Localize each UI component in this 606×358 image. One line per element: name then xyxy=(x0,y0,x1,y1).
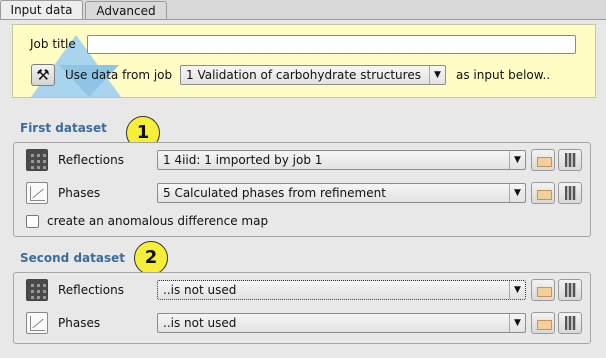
chevron-down-icon: ▼ xyxy=(509,281,525,299)
anomalous-checkbox[interactable] xyxy=(26,215,39,228)
first-reflections-label: Reflections xyxy=(58,153,124,167)
reflections-icon xyxy=(26,149,48,171)
view-icon[interactable] xyxy=(558,182,582,204)
tab-bar: Input data Advanced xyxy=(0,0,606,20)
as-input-label: as input below.. xyxy=(456,68,551,82)
use-data-label: Use data from job xyxy=(65,68,173,82)
first-phases-value: 5 Calculated phases from refinement xyxy=(163,186,386,200)
folder-icon[interactable] xyxy=(531,149,555,171)
first-phases-select[interactable]: 5 Calculated phases from refinement ▼ xyxy=(157,183,526,203)
chevron-down-icon: ▼ xyxy=(509,151,525,169)
first-dataset-title: First dataset xyxy=(20,121,107,135)
tab-input-data[interactable]: Input data xyxy=(0,0,83,20)
chevron-down-icon: ▼ xyxy=(509,314,525,332)
first-phases-label: Phases xyxy=(58,186,101,200)
folder-icon[interactable] xyxy=(531,182,555,204)
chevron-down-icon: ▼ xyxy=(429,66,445,84)
job-select[interactable]: 1 Validation of carbohydrate structures … xyxy=(180,65,446,85)
first-reflections-value: 1 4iid: 1 imported by job 1 xyxy=(163,153,323,167)
second-phases-label: Phases xyxy=(58,316,101,330)
chevron-down-icon: ▼ xyxy=(509,184,525,202)
second-reflections-value: ..is not used xyxy=(163,283,237,297)
job-title-label: Job title xyxy=(30,37,76,51)
second-dataset-title: Second dataset xyxy=(20,251,125,265)
second-reflections-select[interactable]: ..is not used ▼ xyxy=(157,280,526,300)
second-reflections-label: Reflections xyxy=(58,283,124,297)
hammer-icon: ⚒ xyxy=(36,66,50,84)
phases-icon xyxy=(26,312,48,334)
step-badge-2: 2 xyxy=(134,241,168,275)
view-icon[interactable] xyxy=(558,279,582,301)
view-icon[interactable] xyxy=(558,312,582,334)
job-title-input[interactable] xyxy=(87,35,576,54)
view-icon[interactable] xyxy=(558,149,582,171)
folder-icon[interactable] xyxy=(531,312,555,334)
first-reflections-select[interactable]: 1 4iid: 1 imported by job 1 ▼ xyxy=(157,150,526,170)
anomalous-label: create an anomalous difference map xyxy=(47,214,269,228)
phases-icon xyxy=(26,182,48,204)
tab-advanced[interactable]: Advanced xyxy=(85,1,167,20)
folder-icon[interactable] xyxy=(531,279,555,301)
second-phases-value: ..is not used xyxy=(163,316,237,330)
run-button[interactable]: ⚒ xyxy=(31,64,55,86)
job-select-value: 1 Validation of carbohydrate structures xyxy=(186,68,421,82)
second-phases-select[interactable]: ..is not used ▼ xyxy=(157,313,526,333)
reflections-icon xyxy=(26,279,48,301)
